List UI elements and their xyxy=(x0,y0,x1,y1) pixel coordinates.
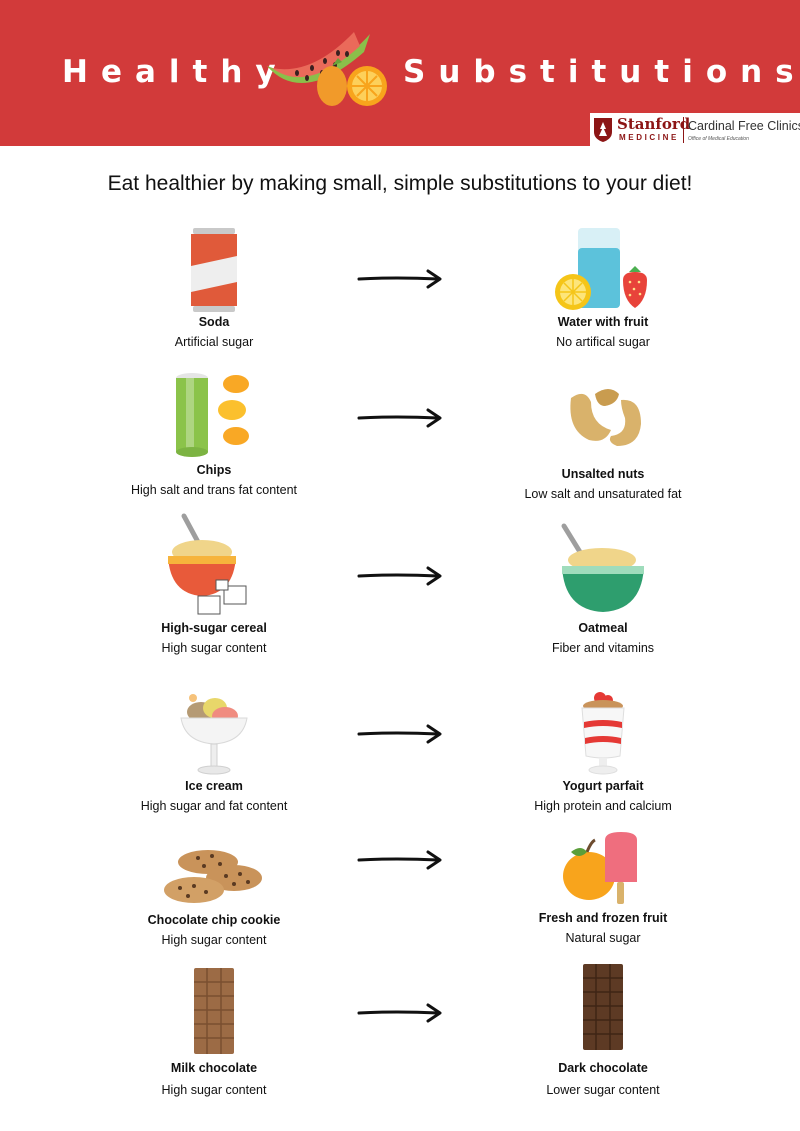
arrow-icon xyxy=(357,269,442,289)
logo-clinic-text: Cardinal Free Clinics xyxy=(688,119,800,133)
item-desc: High protein and calcium xyxy=(534,799,672,813)
item-name: Dark chocolate xyxy=(558,1061,648,1075)
logo-stanford-text: Stanford xyxy=(617,115,691,133)
item-chips: Chips High salt and trans fat content xyxy=(84,372,344,498)
item-unsalted-nuts: Unsalted nuts Low salt and unsaturated f… xyxy=(473,384,733,502)
logo-medicine-text: MEDICINE xyxy=(619,133,679,142)
stanford-shield-icon xyxy=(594,118,612,142)
cereal-bowl-icon xyxy=(168,513,247,615)
milk-chocolate-icon xyxy=(194,968,234,1054)
cookies-icon xyxy=(164,850,262,903)
item-name: Water with fruit xyxy=(557,315,649,329)
item-milk-chocolate: Milk chocolate High sugar content xyxy=(84,966,344,1098)
arrow-icon xyxy=(357,1003,442,1023)
item-desc: High sugar content xyxy=(161,933,267,947)
item-name: Chips xyxy=(196,463,232,477)
item-name: High-sugar cereal xyxy=(161,621,267,635)
item-desc: Artificial sugar xyxy=(174,335,254,349)
title-substitutions: Substitutions xyxy=(403,54,800,90)
item-desc: High sugar content xyxy=(161,641,267,655)
watermelon-orange-icon xyxy=(267,32,387,106)
fruit-popsicle-icon xyxy=(563,832,637,904)
item-desc: High sugar content xyxy=(161,1083,267,1097)
arrow-icon xyxy=(357,724,442,744)
oatmeal-bowl-icon xyxy=(561,523,644,612)
item-fresh-frozen-fruit: Fresh and frozen fruit Natural sugar xyxy=(473,830,733,946)
item-name: Yogurt parfait xyxy=(562,779,644,793)
logo-office-text: Office of Medical Education xyxy=(688,136,749,142)
item-yogurt-parfait: Yogurt parfait High protein and calcium xyxy=(473,690,733,814)
item-name: Ice cream xyxy=(185,779,243,793)
item-name: Fresh and frozen fruit xyxy=(538,911,668,925)
item-ice-cream: Ice cream High sugar and fat content xyxy=(84,690,344,814)
item-desc: High sugar and fat content xyxy=(140,799,288,813)
item-desc: Fiber and vitamins xyxy=(551,641,655,655)
water-fruit-icon xyxy=(555,228,647,310)
logo-divider xyxy=(683,117,684,143)
item-name: Chocolate chip cookie xyxy=(147,913,281,927)
item-name: Soda xyxy=(198,315,230,329)
item-soda: Soda Artificial sugar xyxy=(84,226,344,350)
dark-chocolate-icon xyxy=(583,964,623,1050)
soda-can-icon xyxy=(191,228,237,312)
item-dark-chocolate: Dark chocolate Lower sugar content xyxy=(473,962,733,1098)
intro-text: Eat healthier by making small, simple su… xyxy=(107,172,693,195)
item-desc: Natural sugar xyxy=(565,931,641,945)
item-desc: Lower sugar content xyxy=(546,1083,660,1097)
item-name: Unsalted nuts xyxy=(561,467,645,481)
ice-cream-cup-icon xyxy=(180,694,248,775)
item-desc: High salt and trans fat content xyxy=(130,483,298,497)
arrow-icon xyxy=(357,850,442,870)
item-oatmeal: Oatmeal Fiber and vitamins xyxy=(473,522,733,656)
item-name: Oatmeal xyxy=(578,621,628,635)
stanford-cfc-logo: Stanford MEDICINE Cardinal Free Clinics … xyxy=(590,113,800,147)
item-name: Milk chocolate xyxy=(170,1061,258,1075)
yogurt-parfait-icon xyxy=(581,692,625,775)
arrow-icon xyxy=(357,408,442,428)
title-healthy: Healthy xyxy=(62,54,289,90)
cashew-nuts-icon xyxy=(570,389,641,446)
item-desc: No artifical sugar xyxy=(556,335,650,349)
item-water-with-fruit: Water with fruit No artifical sugar xyxy=(473,226,733,350)
item-high-sugar-cereal: High-sugar cereal High sugar content xyxy=(84,512,344,656)
arrow-icon xyxy=(357,566,442,586)
item-desc: Low salt and unsaturated fat xyxy=(524,487,682,501)
chips-icon xyxy=(176,373,249,457)
item-chocolate-chip-cookie: Chocolate chip cookie High sugar content xyxy=(84,846,344,948)
